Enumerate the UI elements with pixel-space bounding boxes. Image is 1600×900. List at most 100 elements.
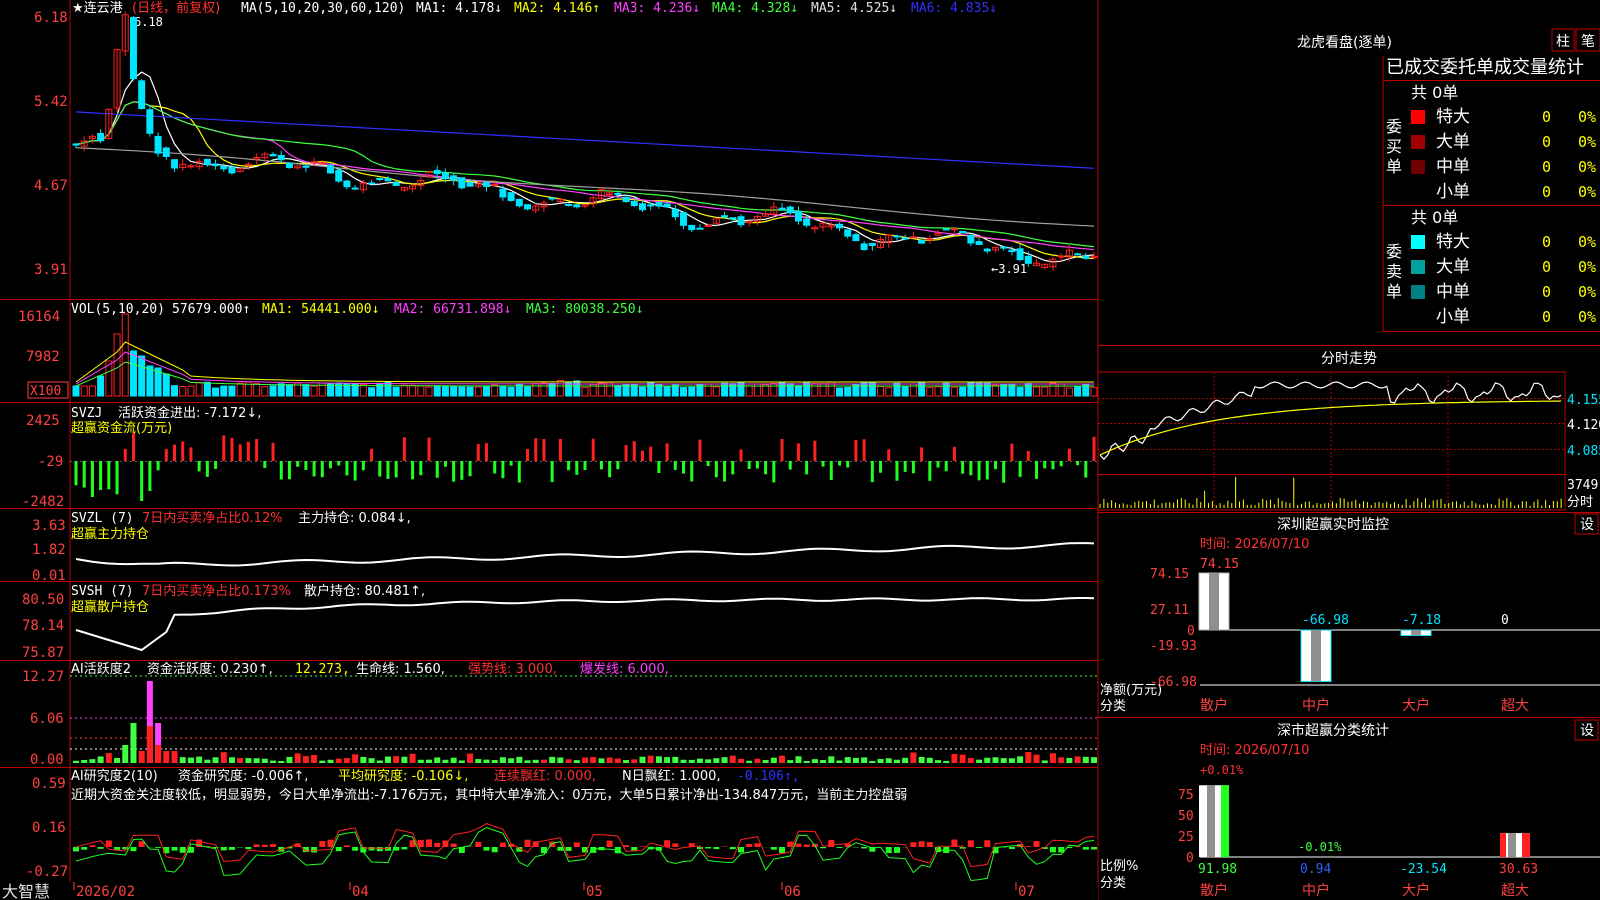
ai1-bar [902, 757, 909, 763]
svzj-bar [534, 438, 538, 461]
ai2-bar [228, 847, 235, 850]
ai2-bars [73, 822, 1097, 882]
volume-bar [926, 386, 934, 397]
candle-body [942, 228, 950, 231]
szm-category: 大户 [1402, 697, 1430, 714]
ai1-bar [573, 760, 580, 763]
candle-body [499, 188, 507, 198]
volume-bar [121, 313, 129, 397]
sell-pct: 0% [1578, 258, 1596, 276]
volume-bar [253, 382, 261, 397]
ai2-bar [81, 847, 88, 850]
candle-body [655, 202, 663, 207]
volume-bar [663, 386, 671, 397]
sell-swatch [1411, 285, 1425, 299]
ai1-bar [1017, 756, 1024, 763]
ai2-bar [179, 847, 186, 853]
ai1-bar [885, 758, 892, 763]
ai1-bar [721, 757, 728, 763]
svzj-bar [632, 441, 636, 461]
svsh-label: SVSH (7) [71, 584, 134, 599]
ai2-bar [836, 847, 843, 849]
candle-body [680, 212, 688, 226]
svzl-tick-2: 1.82 [32, 542, 66, 558]
ai2-bar [475, 841, 482, 847]
ai2-bar [524, 839, 531, 847]
ma1-value: MA1: 4.178↓ [416, 1, 502, 16]
volume-bar [721, 382, 729, 397]
ai1-bar [540, 759, 547, 763]
candle-body [220, 165, 228, 170]
szc-value-label: 91.98 [1198, 862, 1237, 877]
sz-monitor-settings-label[interactable]: 设 [1580, 517, 1594, 533]
candle-body [146, 109, 154, 134]
sz-class-chart: 91.98 散户 0.94 中户 -23.54 大户 30.63 超大 [1198, 785, 1600, 899]
sz-monitor-net-label: 净额(万元) [1100, 683, 1162, 698]
candle-body [844, 229, 852, 237]
volume-bar [556, 379, 564, 397]
ai2-bar [664, 840, 671, 847]
stock-terminal: ★连云港 (日线，前复权) MA(5,10,20,30,60,120) MA1:… [0, 0, 1600, 900]
ai1-v4: 强势线: 3.000, [468, 661, 557, 677]
szc-value-label: 0.94 [1300, 862, 1331, 877]
svzj-bar [419, 461, 423, 476]
ai2-bar [639, 846, 646, 847]
szc-category: 超大 [1501, 883, 1529, 899]
svsh-tick-2: 78.14 [22, 618, 64, 634]
candle-body [97, 133, 105, 142]
svzj-bar [780, 439, 784, 461]
chart-canvas[interactable]: ★连云港 (日线，前复权) MA(5,10,20,30,60,120) MA1:… [0, 0, 1600, 900]
price-header: ★连云港 (日线，前复权) MA(5,10,20,30,60,120) MA1:… [72, 0, 997, 16]
tab-tick[interactable]: 笔 [1581, 34, 1595, 50]
volume-bar [680, 387, 688, 397]
ai2-bar [261, 844, 268, 847]
stock-title: ★连云港 [72, 0, 123, 16]
sz-monitor-title: 深圳超赢实时监控 [1277, 516, 1389, 533]
ai2-bar [770, 847, 777, 850]
volume-bar [359, 383, 367, 397]
szc-bar-edge [1221, 785, 1229, 857]
ai1-bar [245, 758, 252, 763]
ai1-bars [73, 681, 1097, 763]
candle-body [507, 192, 515, 201]
volume-bar [770, 382, 778, 397]
ai1-bar [286, 756, 293, 763]
sell-swatch [1411, 260, 1425, 274]
svzj-bar [591, 438, 595, 461]
volume-bar [162, 373, 170, 397]
svzj-bar [838, 461, 841, 466]
ai2-bar [967, 840, 974, 847]
candle-body [327, 165, 334, 174]
candle-body [376, 177, 384, 180]
ai1-bar [376, 760, 383, 763]
tab-bar[interactable]: 柱 [1556, 34, 1570, 50]
ai1-bar [852, 757, 859, 763]
ai1-header: AI活跃度2 资金活跃度: 0.230↑, 12.273, 生命线: 1.560… [71, 661, 669, 677]
candle-body [244, 163, 252, 166]
buy-swatch [1411, 135, 1425, 149]
svzj-bar [936, 461, 940, 468]
ai1-bar [910, 752, 917, 763]
svzj-bar [312, 461, 316, 477]
ai1-bar [261, 758, 268, 763]
sz-class-top-note: +0.01% [1200, 763, 1244, 777]
ai1-bar [770, 757, 777, 763]
ai1-v3: 生命线: 1.560, [356, 661, 445, 677]
candle-body [721, 215, 729, 218]
svzj-bar [353, 461, 357, 481]
ai2-v5: -0.106↑, [737, 769, 800, 784]
sz-monitor-time: 时间: 2026/07/10 [1200, 537, 1309, 552]
svzj-bar [517, 461, 521, 483]
sz-class-settings-label[interactable]: 设 [1580, 723, 1594, 739]
ai2-bar [729, 847, 736, 850]
ai1-tick-1: 12.27 [22, 669, 64, 685]
ai2-bar [499, 842, 506, 847]
volume-bar [778, 382, 786, 397]
svsh-y-axis: 80.50 78.14 75.87 [22, 592, 64, 661]
ai1-bar [89, 759, 96, 763]
ai1-bar [212, 757, 219, 763]
ai2-bar [754, 843, 761, 847]
svzj-bar [1018, 461, 1022, 477]
volume-bar [474, 386, 482, 397]
volume-bar [441, 385, 449, 397]
